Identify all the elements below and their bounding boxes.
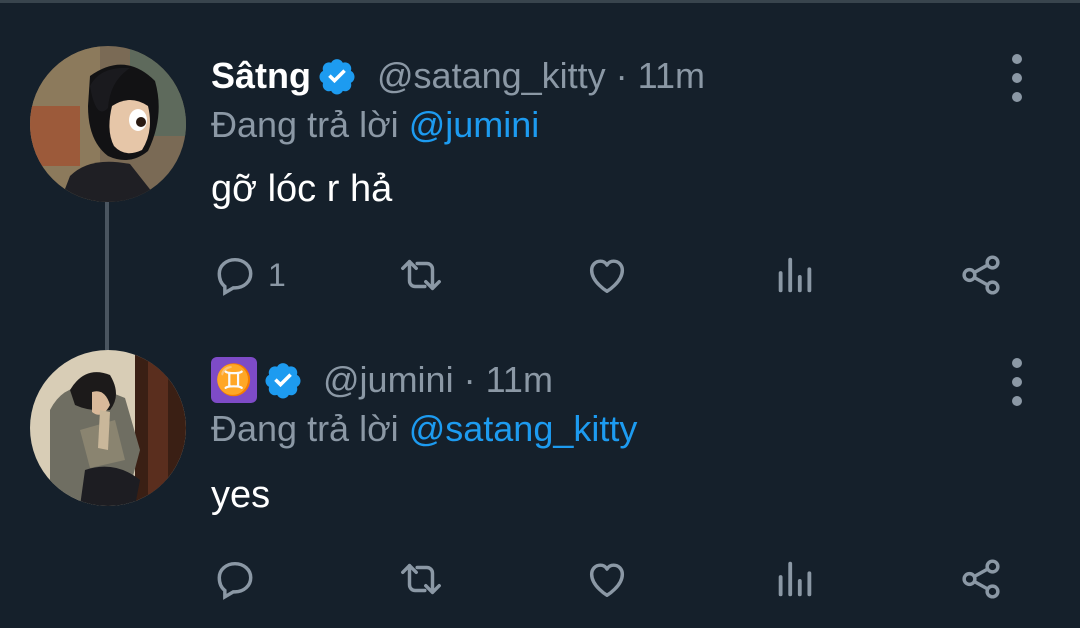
display-name[interactable]: Sâtng [211, 55, 311, 97]
retweet-button[interactable] [398, 554, 444, 604]
tweet-jumini[interactable]: ♊ @jumini · 11m Đang trả lời @satang_kit… [0, 304, 1080, 604]
like-icon [589, 563, 625, 598]
replying-to-mention[interactable]: @jumini [409, 104, 540, 145]
more-icon [1012, 54, 1022, 64]
share-icon [962, 255, 1000, 295]
like-button[interactable] [584, 250, 630, 300]
reply-icon [217, 561, 253, 600]
analytics-icon [778, 257, 812, 293]
analytics-icon [778, 561, 812, 597]
more-icon [1012, 358, 1022, 368]
tweet-text: gỡ lóc r hả [211, 168, 393, 210]
handle[interactable]: @satang_kitty [377, 55, 606, 97]
timestamp[interactable]: · 11m [464, 359, 553, 401]
avatar-jumini[interactable] [30, 350, 186, 506]
share-icon [962, 559, 1000, 599]
timestamp[interactable]: · 11m [616, 55, 705, 97]
tweet-satang[interactable]: Sâtng @satang_kitty · 11m Đang trả lời @… [0, 0, 1080, 300]
retweet-icon [401, 563, 441, 595]
tweet-text: yes [211, 474, 271, 516]
tweet-header: ♊ @jumini · 11m [211, 352, 553, 408]
more-options-button[interactable] [1000, 358, 1034, 406]
action-bar [0, 554, 1080, 604]
analytics-button[interactable] [772, 250, 818, 300]
tweet-header: Sâtng @satang_kitty · 11m [211, 48, 705, 104]
replying-to: Đang trả lời @satang_kitty [211, 408, 637, 450]
reply-button[interactable]: 1 [212, 250, 286, 300]
replying-to-mention[interactable]: @satang_kitty [409, 408, 638, 449]
share-button[interactable] [958, 250, 1004, 300]
analytics-button[interactable] [772, 554, 818, 604]
replying-to: Đang trả lời @jumini [211, 104, 539, 146]
reply-count: 1 [268, 256, 286, 293]
more-options-button[interactable] [1000, 54, 1034, 102]
reply-button[interactable] [212, 554, 268, 604]
verified-icon [319, 59, 355, 95]
action-bar: 1 [0, 250, 1080, 300]
retweet-icon [401, 259, 441, 291]
replying-prefix: Đang trả lời [211, 408, 399, 449]
like-button[interactable] [584, 554, 630, 604]
replying-prefix: Đang trả lời [211, 104, 399, 145]
retweet-button[interactable] [398, 250, 444, 300]
handle[interactable]: @jumini [323, 359, 454, 401]
verified-icon [265, 363, 301, 399]
share-button[interactable] [958, 554, 1004, 604]
avatar-satang[interactable] [30, 46, 186, 202]
reply-icon [217, 257, 253, 296]
display-name[interactable]: ♊ [211, 357, 257, 403]
like-icon [589, 259, 625, 294]
